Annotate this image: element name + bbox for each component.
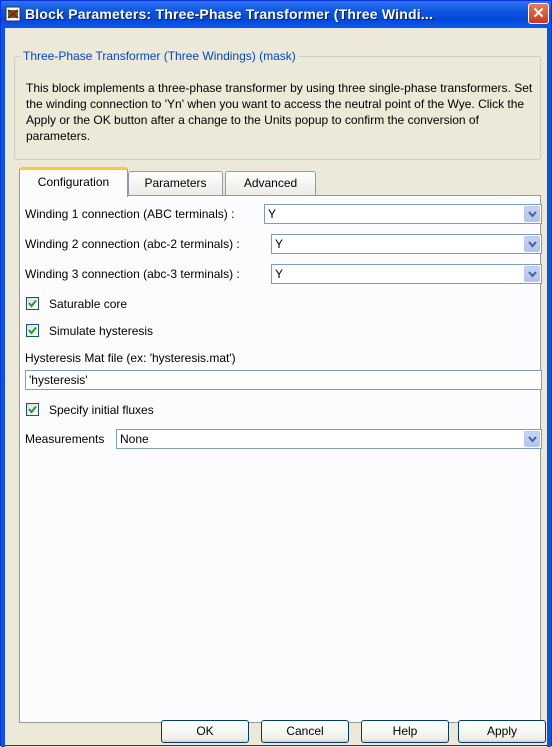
tab-advanced[interactable]: Advanced — [225, 171, 316, 195]
apply-button[interactable]: Apply — [458, 720, 546, 743]
winding2-label: Winding 2 connection (abc-2 terminals) : — [25, 237, 240, 251]
checkmark-icon — [28, 405, 37, 414]
measurements-select[interactable]: None — [116, 429, 542, 449]
winding1-select[interactable]: Y — [264, 204, 542, 224]
saturable-core-checkbox[interactable] — [26, 297, 39, 310]
hysteresis-file-value: 'hysteresis' — [29, 373, 88, 387]
close-icon: ✕ — [532, 5, 545, 22]
saturable-core-label: Saturable core — [49, 297, 128, 311]
simulink-block-icon — [5, 6, 21, 22]
winding3-label: Winding 3 connection (abc-3 terminals) : — [25, 267, 240, 281]
chevron-down-icon — [528, 271, 537, 278]
mask-legend: Three-Phase Transformer (Three Windings)… — [20, 49, 299, 63]
simulate-hysteresis-checkbox[interactable] — [26, 324, 39, 337]
winding1-dropdown-button[interactable] — [524, 206, 540, 222]
winding3-dropdown-button[interactable] — [524, 266, 540, 282]
simulate-hysteresis-label: Simulate hysteresis — [49, 324, 154, 338]
close-button[interactable]: ✕ — [528, 3, 549, 24]
measurements-value: None — [120, 432, 149, 446]
window-border-left — [1, 28, 5, 747]
cancel-button-label: Cancel — [286, 724, 324, 738]
dialog-window: Block Parameters: Three-Phase Transforme… — [0, 0, 552, 747]
window-title: Block Parameters: Three-Phase Transforme… — [25, 6, 434, 22]
hysteresis-file-input[interactable]: 'hysteresis' — [25, 370, 542, 390]
tab-advanced-label: Advanced — [243, 176, 298, 190]
apply-button-label: Apply — [486, 724, 518, 738]
ok-button-label: OK — [196, 724, 214, 738]
winding1-label: Winding 1 connection (ABC terminals) : — [25, 207, 235, 221]
tab-parameters-label: Parameters — [144, 176, 207, 190]
tab-parameters[interactable]: Parameters — [128, 171, 223, 195]
winding1-value: Y — [268, 207, 277, 221]
tab-configuration[interactable]: Configuration — [19, 167, 128, 197]
help-button-label: Help — [392, 724, 418, 738]
winding2-select[interactable]: Y — [271, 234, 542, 254]
window-border-right — [547, 28, 551, 747]
measurements-dropdown-button[interactable] — [524, 431, 540, 447]
chevron-down-icon — [528, 241, 537, 248]
checkmark-icon — [28, 299, 37, 308]
initial-fluxes-label: Specify initial fluxes — [49, 403, 154, 417]
cancel-button[interactable]: Cancel — [261, 720, 349, 743]
ok-button[interactable]: OK — [161, 720, 249, 743]
winding2-dropdown-button[interactable] — [524, 236, 540, 252]
initial-fluxes-checkbox[interactable] — [26, 403, 39, 416]
tab-configuration-label: Configuration — [37, 175, 110, 189]
mask-description: This block implements a three-phase tran… — [26, 81, 533, 143]
help-button[interactable]: Help — [361, 720, 449, 743]
winding3-value: Y — [275, 267, 284, 281]
measurements-label: Measurements — [25, 432, 105, 446]
chevron-down-icon — [528, 436, 537, 443]
checkmark-icon — [28, 326, 37, 335]
title-bar[interactable]: Block Parameters: Three-Phase Transforme… — [1, 1, 551, 28]
winding2-value: Y — [275, 237, 284, 251]
chevron-down-icon — [528, 211, 537, 218]
hysteresis-file-label: Hysteresis Mat file (ex: 'hysteresis.mat… — [25, 351, 236, 365]
winding3-select[interactable]: Y — [271, 264, 542, 284]
